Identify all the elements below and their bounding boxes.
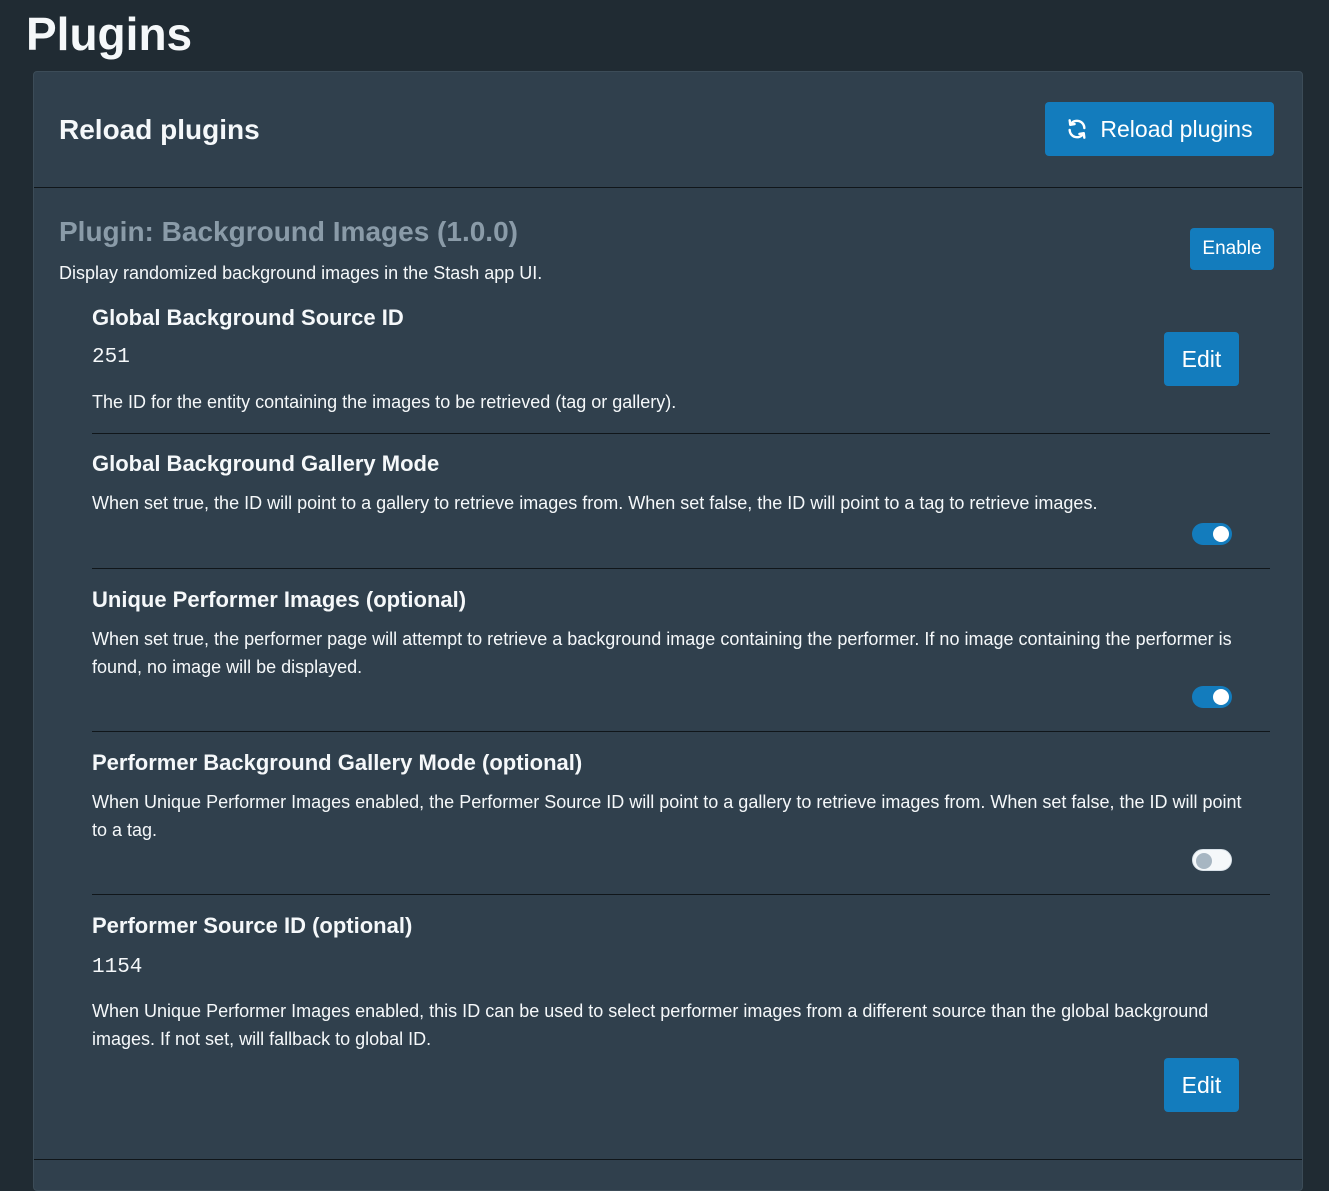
refresh-icon	[1066, 118, 1088, 140]
edit-global-source-id-button[interactable]: Edit	[1164, 332, 1239, 386]
setting-unique-performer-images: Unique Performer Images (optional) When …	[92, 569, 1270, 732]
reload-plugins-button-label: Reload plugins	[1100, 115, 1253, 142]
enable-plugin-button[interactable]: Enable	[1190, 228, 1274, 270]
setting-description: When set true, the performer page will a…	[92, 629, 1232, 677]
setting-title: Global Background Source ID	[92, 305, 404, 330]
setting-description: When Unique Performer Images enabled, th…	[92, 792, 1242, 840]
setting-description: When set true, the ID will point to a ga…	[92, 493, 1098, 513]
unique-performer-images-toggle[interactable]	[1192, 686, 1232, 708]
setting-global-background-gallery-mode: Global Background Gallery Mode When set …	[92, 434, 1270, 569]
toggle-knob	[1213, 689, 1229, 705]
global-gallery-mode-toggle[interactable]	[1192, 523, 1232, 545]
reload-plugins-row: Reload plugins Reload plugins	[34, 72, 1302, 188]
plugin-description: Display randomized background images in …	[59, 263, 543, 283]
reload-plugins-heading: Reload plugins	[59, 114, 260, 145]
toggle-knob	[1196, 853, 1212, 869]
setting-title: Performer Source ID (optional)	[92, 913, 413, 938]
performer-gallery-mode-toggle[interactable]	[1192, 849, 1232, 871]
setting-value: 1154	[92, 956, 143, 979]
setting-title: Unique Performer Images (optional)	[92, 587, 467, 612]
edit-performer-source-id-button[interactable]: Edit	[1164, 1058, 1239, 1112]
setting-performer-source-id: Performer Source ID (optional) 1154 When…	[92, 895, 1270, 1115]
plugins-card: Reload plugins Reload plugins Plugin: Ba…	[33, 71, 1303, 1191]
plugin-title: Plugin: Background Images (1.0.0)	[59, 216, 518, 247]
page-title: Plugins	[26, 8, 193, 60]
setting-description: The ID for the entity containing the ima…	[92, 392, 677, 412]
setting-global-background-source-id: Global Background Source ID 251 The ID f…	[92, 302, 1270, 434]
setting-value: 251	[92, 346, 130, 369]
toggle-knob	[1213, 526, 1229, 542]
setting-description: When Unique Performer Images enabled, th…	[92, 1001, 1209, 1049]
setting-performer-background-gallery-mode: Performer Background Gallery Mode (optio…	[92, 732, 1270, 895]
setting-title: Global Background Gallery Mode	[92, 451, 440, 476]
section-divider	[34, 1159, 1302, 1160]
reload-plugins-button[interactable]: Reload plugins	[1045, 102, 1274, 156]
setting-title: Performer Background Gallery Mode (optio…	[92, 750, 583, 775]
